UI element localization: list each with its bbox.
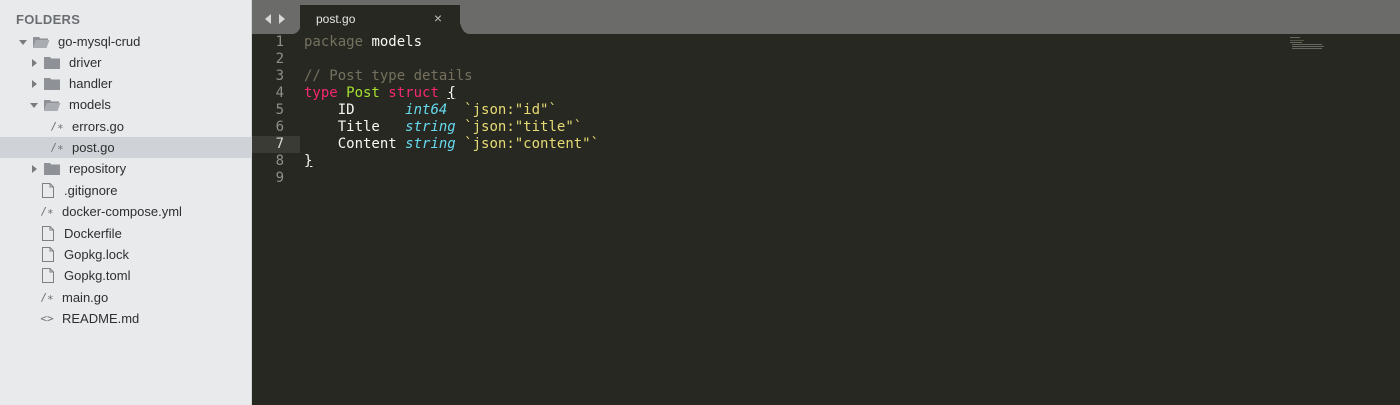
line-number: 2 (275, 51, 284, 67)
markup-file-icon: <> (40, 312, 54, 325)
tree-label: driver (69, 55, 102, 70)
line-number: 1 (275, 34, 284, 50)
tree-folder-models[interactable]: models (0, 94, 281, 115)
tree-folder-root[interactable]: go-mysql-crud (0, 31, 270, 52)
tree-folder-repository[interactable]: repository (0, 158, 281, 179)
field-name: Content (304, 136, 406, 152)
folder-icon (43, 56, 61, 70)
chevron-right-icon[interactable] (29, 58, 39, 68)
tree-label: main.go (62, 290, 109, 305)
tree-label: models (69, 97, 111, 112)
code-line-4: type Post struct { (304, 85, 456, 102)
code-editor[interactable]: 1 2 3 4 5 6 7 8 9 package models // Post… (252, 34, 1400, 405)
field-type: int64 (405, 102, 448, 118)
line-number: 8 (275, 153, 284, 169)
tree-label: Gopkg.lock (64, 247, 130, 262)
tree-label: repository (69, 161, 127, 176)
tree-file-readme[interactable]: <> README.md (0, 308, 290, 329)
folder-icon (43, 162, 61, 176)
code-line-5: ID int64 `json:"id"` (304, 102, 557, 119)
tree-label: Dockerfile (64, 226, 122, 241)
folder-open-icon (43, 98, 61, 112)
tree-label: handler (69, 76, 113, 91)
field-type: string (405, 136, 456, 152)
tree-file-main-go[interactable]: /∗ main.go (0, 287, 290, 308)
folder-open-icon (32, 35, 50, 49)
identifier: models (363, 34, 423, 50)
chevron-down-icon[interactable] (18, 37, 28, 47)
file-icon (42, 226, 54, 241)
code-line-3: // Post type details (304, 68, 473, 85)
file-icon (42, 247, 54, 262)
tree-label: README.md (62, 311, 140, 326)
tree-label: .gitignore (64, 183, 118, 198)
tree-folder-driver[interactable]: driver (0, 52, 281, 73)
keyword: struct (379, 85, 439, 101)
minimap[interactable] (1290, 36, 1324, 50)
tree-file-gitignore[interactable]: .gitignore (0, 180, 294, 201)
code-file-icon: /∗ (40, 205, 54, 218)
go-file-icon: /∗ (50, 120, 64, 133)
comment: // Post type details (304, 68, 473, 84)
tab-nav (264, 11, 286, 29)
code-line-6: Title string `json:"title"` (304, 119, 582, 136)
brace-open: { (447, 85, 456, 101)
tree-label: go-mysql-crud (58, 34, 141, 49)
brace-close: } (304, 153, 313, 169)
struct-tag: `json:"id"` (464, 102, 557, 118)
line-number: 4 (275, 85, 284, 101)
folders-header: FOLDERS (16, 12, 81, 27)
keyword: package (304, 34, 364, 50)
line-number-active: 7 (275, 136, 284, 152)
line-number: 9 (275, 170, 284, 186)
tree-label: post.go (72, 140, 115, 155)
chevron-right-icon[interactable] (29, 164, 39, 174)
line-number: 3 (275, 68, 284, 84)
arrow-right-icon[interactable] (278, 11, 286, 29)
close-icon[interactable]: × (434, 10, 442, 26)
keyword: type (304, 85, 338, 101)
chevron-right-icon[interactable] (29, 79, 39, 89)
code-line-8: } (304, 153, 312, 170)
field-name: ID (304, 102, 406, 118)
line-number: 6 (275, 119, 284, 135)
folder-icon (43, 77, 61, 91)
tree-file-docker-compose[interactable]: /∗ docker-compose.yml (0, 201, 290, 222)
line-number: 5 (275, 102, 284, 118)
tab-label: post.go (316, 12, 356, 26)
sidebar: FOLDERS go-mysql-crud driver handler mod… (0, 0, 300, 405)
code-file-icon: /∗ (40, 291, 54, 304)
go-file-icon: /∗ (50, 141, 64, 154)
chevron-down-icon[interactable] (29, 100, 39, 110)
tree-file-gopkg-toml[interactable]: Gopkg.toml (0, 265, 294, 286)
tree-label: Gopkg.toml (64, 268, 131, 283)
code-line-1: package models (304, 34, 422, 51)
tree-folder-handler[interactable]: handler (0, 73, 281, 94)
arrow-left-icon[interactable] (264, 11, 272, 29)
field-name: Title (304, 119, 406, 135)
tree-file-gopkg-lock[interactable]: Gopkg.lock (0, 244, 294, 265)
tab-bar: post.go × (252, 0, 1400, 34)
line-number-gutter: 1 2 3 4 5 6 7 8 9 (252, 34, 298, 405)
tab-post-go[interactable]: post.go × (292, 5, 470, 34)
struct-tag: `json:"title"` (464, 119, 583, 135)
tree-label: docker-compose.yml (62, 204, 182, 219)
field-type: string (405, 119, 456, 135)
type-name: Post (337, 85, 380, 101)
code-line-7: Content string `json:"content"` (304, 136, 599, 153)
struct-tag: `json:"content"` (464, 136, 600, 152)
file-icon (42, 183, 54, 198)
tree-label: errors.go (72, 119, 125, 134)
file-icon (42, 268, 54, 283)
tree-file-dockerfile[interactable]: Dockerfile (0, 223, 294, 244)
